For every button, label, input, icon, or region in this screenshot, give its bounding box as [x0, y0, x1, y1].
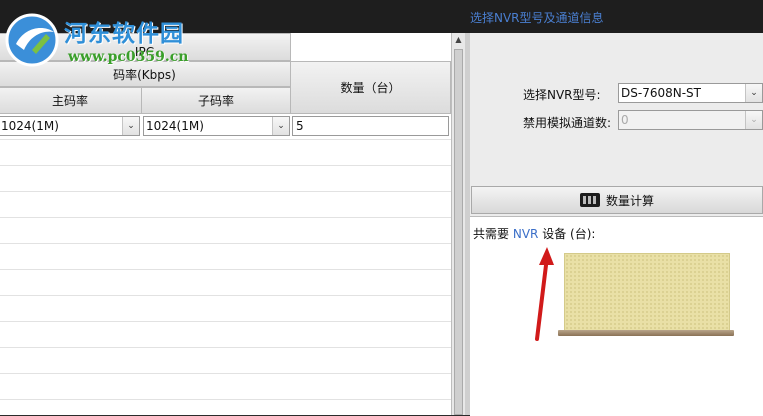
disable-analog-label: 禁用模拟通道数: — [523, 116, 612, 130]
nvr-section-title: 选择NVR型号及通道信息 — [470, 11, 604, 25]
nvr-panel: 选择NVR型号: DS-7608N-ST ⌄ 禁用模拟通道数: 0 ⌄ 数量计算… — [470, 33, 763, 416]
nvr-model-value: DS-7608N-ST — [621, 86, 701, 100]
nvr-settings: 选择NVR型号: DS-7608N-ST ⌄ 禁用模拟通道数: 0 ⌄ — [470, 33, 763, 182]
chevron-down-icon[interactable]: ⌄ — [745, 111, 762, 129]
quantity-value: 5 — [296, 119, 304, 133]
disable-analog-value: 0 — [621, 113, 629, 127]
quantity-header: 数量（台） — [290, 61, 451, 114]
main-bitrate-select[interactable]: 1024(1M) ⌄ — [0, 116, 140, 136]
watermark-url: www.pc0359.cn — [68, 49, 189, 65]
disable-analog-select[interactable]: 0 ⌄ — [618, 110, 763, 130]
nvr-device-base — [558, 330, 734, 336]
nvr-model-label: 选择NVR型号: — [523, 88, 601, 102]
row-divider — [0, 165, 451, 166]
result-prefix: 共需要 — [473, 227, 510, 241]
quantity-input[interactable]: 5 — [292, 116, 449, 136]
quantity-header-label: 数量（台） — [340, 81, 401, 95]
row-divider — [0, 191, 451, 192]
ipc-table: IPC 码率(Kbps) 主码率 子码率 数量（台） 1024(1M) ⌄ 10… — [0, 33, 451, 415]
sub-bitrate-select[interactable]: 1024(1M) ⌄ — [143, 116, 290, 136]
main-bitrate-label: 主码率 — [51, 94, 88, 108]
row-divider — [0, 269, 451, 270]
row-divider — [0, 139, 451, 140]
row-divider — [0, 243, 451, 244]
calculator-icon — [579, 193, 600, 207]
row-divider — [0, 347, 451, 348]
main-bitrate-header: 主码率 — [0, 87, 142, 114]
watermark-title: 河东软件园 — [64, 20, 184, 47]
sub-bitrate-value: 1024(1M) — [146, 119, 204, 133]
table-scrollbar[interactable]: ▲ — [451, 33, 465, 415]
row-divider — [0, 373, 451, 374]
calculate-button-label: 数量计算 — [605, 193, 654, 208]
nvr-device-image — [564, 253, 730, 333]
bitrate-header-label: 码率(Kbps) — [113, 67, 176, 82]
row-divider — [0, 217, 451, 218]
row-divider — [0, 295, 451, 296]
row-divider — [0, 321, 451, 322]
chevron-down-icon[interactable]: ⌄ — [745, 84, 762, 102]
nvr-model-select[interactable]: DS-7608N-ST ⌄ — [618, 83, 763, 103]
result-text: 共需要 NVR 设备 (台): — [473, 225, 595, 242]
scroll-up-icon[interactable]: ▲ — [453, 35, 464, 45]
main-bitrate-value: 1024(1M) — [1, 119, 59, 133]
row-divider — [0, 399, 451, 400]
calculate-button[interactable]: 数量计算 — [471, 186, 763, 214]
sub-bitrate-label: 子码率 — [197, 94, 234, 108]
sub-bitrate-header: 子码率 — [141, 87, 291, 114]
result-nvr: NVR — [512, 227, 539, 241]
result-suffix: 设备 (台): — [542, 227, 596, 241]
result-area: 共需要 NVR 设备 (台): — [470, 216, 763, 416]
watermark-logo — [5, 13, 59, 67]
scrollbar-thumb[interactable] — [454, 49, 463, 415]
chevron-down-icon[interactable]: ⌄ — [122, 117, 139, 135]
chevron-down-icon[interactable]: ⌄ — [272, 117, 289, 135]
